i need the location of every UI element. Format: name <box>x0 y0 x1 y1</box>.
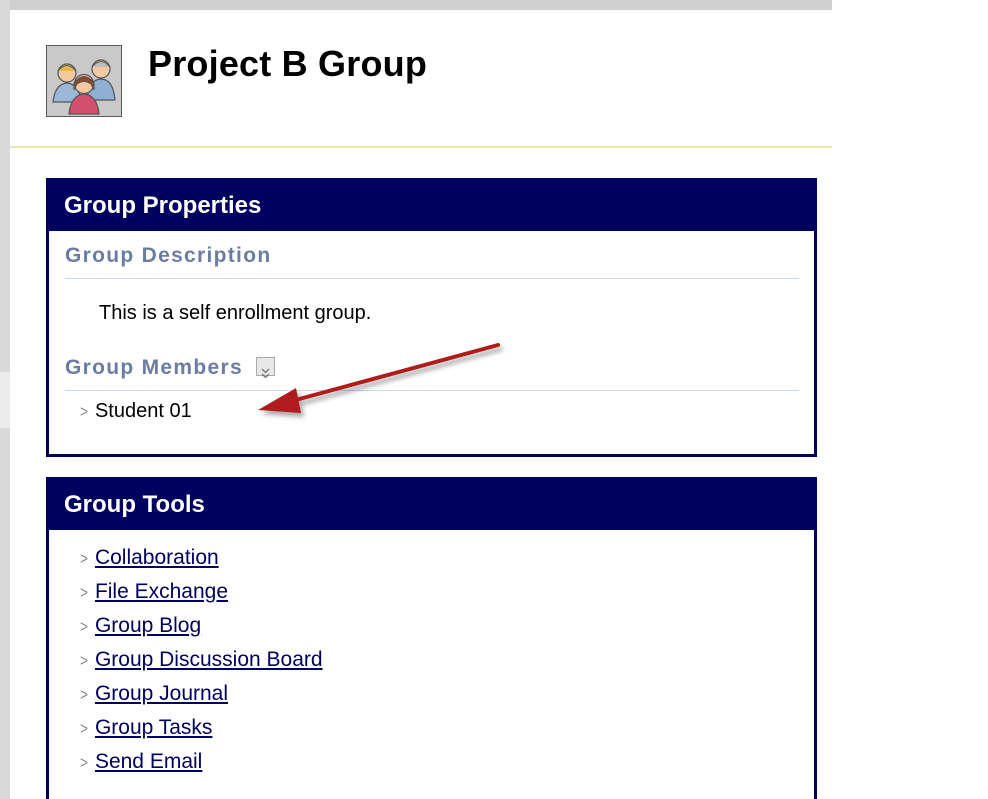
chevron-right-icon: > <box>79 583 88 602</box>
page-title: Project B Group <box>148 43 428 84</box>
window-frame-top <box>0 0 832 10</box>
tool-item-send-email: > Send Email <box>79 745 323 779</box>
group-description-text: This is a self enrollment group. <box>99 302 372 324</box>
chevron-right-icon: > <box>79 617 88 636</box>
tool-item-group-tasks: > Group Tasks <box>79 711 323 745</box>
chevron-right-icon: > <box>79 719 88 738</box>
group-tools-list: > Collaboration > File Exchange > Group Blo… <box>79 541 323 779</box>
group-properties-panel: Group Properties Group Description This … <box>46 178 817 457</box>
group-blog-link[interactable]: Group Blog <box>95 614 201 637</box>
tool-item-group-discussion-board: > Group Discussion Board <box>79 643 323 677</box>
tool-item-file-exchange: > File Exchange <box>79 575 323 609</box>
double-chevron-down-icon <box>261 368 270 379</box>
chevron-right-icon: > <box>79 753 88 772</box>
chevron-right-icon: > <box>79 402 88 421</box>
tool-item-collaboration: > Collaboration <box>79 541 323 575</box>
group-tools-heading: Group Tools <box>49 480 814 530</box>
chevron-right-icon: > <box>79 651 88 670</box>
window-frame-left-highlight <box>0 372 10 428</box>
group-description-label-text: Group Description <box>65 244 272 267</box>
group-tools-panel: Group Tools > Collaboration > File Exchang… <box>46 477 817 799</box>
send-email-link[interactable]: Send Email <box>95 750 202 773</box>
group-journal-link[interactable]: Group Journal <box>95 682 228 705</box>
group-description-label: Group Description <box>65 238 799 279</box>
group-properties-heading: Group Properties <box>49 181 814 231</box>
group-members-label: Group Members <box>65 350 799 391</box>
chevron-right-icon: > <box>79 685 88 704</box>
member-list-item[interactable]: > Student 01 <box>79 400 192 423</box>
chevron-right-icon: > <box>79 549 88 568</box>
group-members-label-text: Group Members <box>65 356 243 379</box>
file-exchange-link[interactable]: File Exchange <box>95 580 228 603</box>
tool-item-group-journal: > Group Journal <box>79 677 323 711</box>
page-header: Project B Group <box>10 10 832 148</box>
group-discussion-board-link[interactable]: Group Discussion Board <box>95 648 323 671</box>
member-name: Student 01 <box>94 400 192 422</box>
group-tasks-link[interactable]: Group Tasks <box>95 716 213 739</box>
group-page: Project B Group Group Properties Group D… <box>10 10 832 799</box>
expand-members-button[interactable] <box>256 356 276 379</box>
tool-item-group-blog: > Group Blog <box>79 609 323 643</box>
group-people-icon <box>46 45 122 117</box>
collaboration-link[interactable]: Collaboration <box>95 546 219 569</box>
